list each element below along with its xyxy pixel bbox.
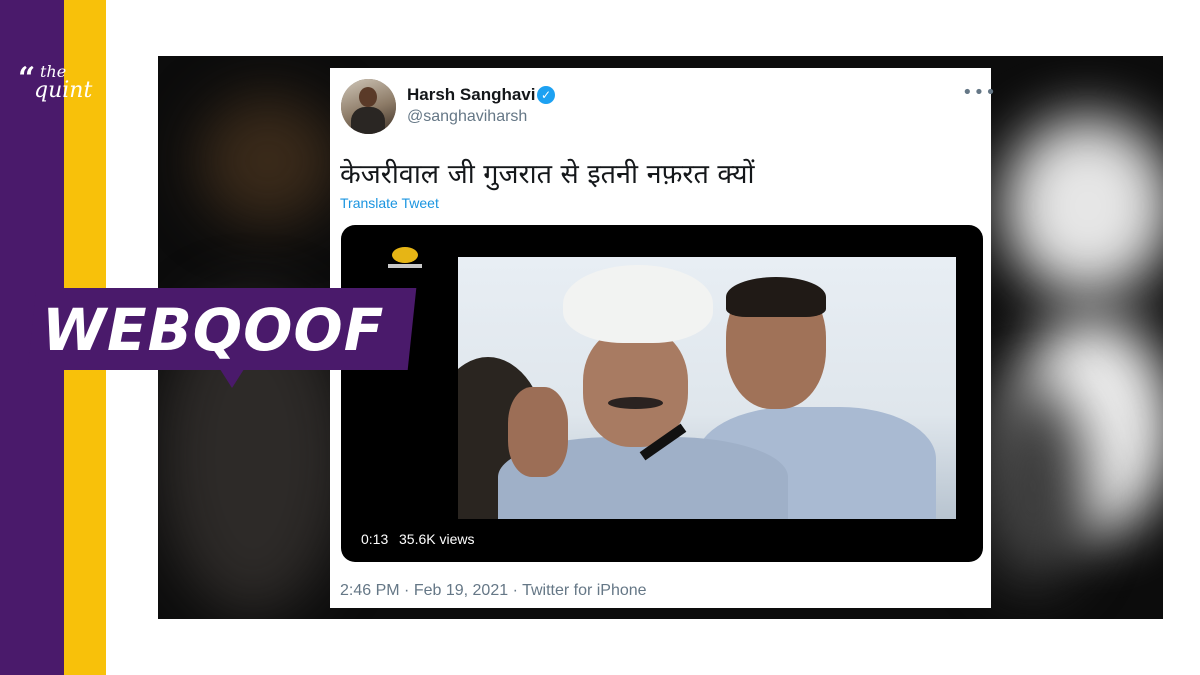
author-handle[interactable]: @sanghaviharsh <box>407 108 527 126</box>
video-view-count: 35.6K views <box>399 531 475 547</box>
video-speaker-mustache <box>608 397 663 409</box>
tweet-text: केजरीवाल जी गुजरात से इतनी नफ़रत क्यों <box>340 159 755 190</box>
blurred-backdrop <box>198 96 338 226</box>
video-speaker-turban <box>563 265 713 343</box>
video-speaker-hand <box>508 387 568 477</box>
verified-badge-icon: ✓ <box>537 86 555 104</box>
translate-tweet-link[interactable]: Translate Tweet <box>340 195 439 211</box>
webqoof-label: WEBQOOF <box>42 296 385 364</box>
the-quint-logo: “ the quint <box>18 62 98 112</box>
tweet-time[interactable]: 2:46 PM <box>340 582 400 599</box>
avatar-head <box>359 87 377 107</box>
blurred-backdrop <box>1003 116 1163 296</box>
blurred-backdrop <box>978 386 1088 586</box>
avatar[interactable] <box>341 79 396 134</box>
channel-logo-icon <box>388 247 422 271</box>
tweet-card: Harsh Sanghavi ✓ @sanghaviharsh ••• केजर… <box>330 68 996 608</box>
meta-separator: · <box>404 582 414 599</box>
more-options-icon[interactable]: ••• <box>962 82 997 103</box>
video-player[interactable]: 0:13 35.6K views <box>341 225 983 562</box>
tweet-date[interactable]: Feb 19, 2021 <box>414 582 508 599</box>
video-person-right-hair <box>726 277 826 317</box>
video-duration: 0:13 <box>361 531 389 547</box>
tweet-metadata: 2:46 PM · Feb 19, 2021 · Twitter for iPh… <box>340 582 647 600</box>
logo-text-quint: quint <box>34 78 93 103</box>
logo-quote-mark: “ <box>18 61 36 96</box>
meta-separator: · <box>512 582 523 599</box>
tweet-source[interactable]: Twitter for iPhone <box>522 582 647 599</box>
author-name[interactable]: Harsh Sanghavi <box>407 85 536 105</box>
avatar-body <box>351 107 385 134</box>
video-frame <box>458 257 956 519</box>
